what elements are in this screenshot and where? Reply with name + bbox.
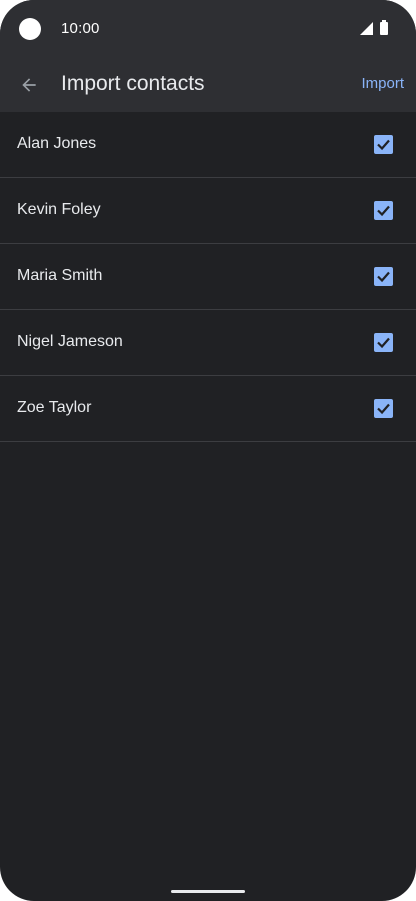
top-bar: 10:00 Import contacts Import xyxy=(0,0,416,112)
check-icon xyxy=(377,139,390,151)
status-bar: 10:00 xyxy=(0,0,416,58)
check-icon xyxy=(377,271,390,283)
check-icon xyxy=(377,337,390,349)
list-item[interactable]: Alan Jones xyxy=(0,112,416,178)
contact-name: Nigel Jameson xyxy=(17,333,123,350)
contact-checkbox[interactable] xyxy=(374,399,393,418)
app-bar: Import contacts Import xyxy=(0,58,416,112)
back-button[interactable] xyxy=(12,68,46,102)
contact-name: Maria Smith xyxy=(17,267,103,284)
contact-name: Kevin Foley xyxy=(17,201,101,218)
battery-icon xyxy=(380,20,388,35)
cellular-signal-icon xyxy=(360,22,373,35)
arrow-back-icon xyxy=(22,78,36,92)
list-item[interactable]: Nigel Jameson xyxy=(0,310,416,376)
list-item[interactable]: Zoe Taylor xyxy=(0,376,416,442)
status-time: 10:00 xyxy=(61,20,100,37)
import-button[interactable]: Import xyxy=(361,75,404,92)
check-icon xyxy=(377,205,390,217)
camera-dot-icon xyxy=(19,18,41,40)
contact-checkbox[interactable] xyxy=(374,267,393,286)
contact-name: Zoe Taylor xyxy=(17,399,92,416)
phone-screen: 10:00 Import contacts Import Alan Jones xyxy=(0,0,416,901)
contact-checkbox[interactable] xyxy=(374,333,393,352)
check-icon xyxy=(377,403,390,415)
list-item[interactable]: Kevin Foley xyxy=(0,178,416,244)
contact-checkbox[interactable] xyxy=(374,201,393,220)
list-item[interactable]: Maria Smith xyxy=(0,244,416,310)
contact-list: Alan Jones Kevin Foley Maria Smith Nigel… xyxy=(0,112,416,442)
contact-checkbox[interactable] xyxy=(374,135,393,154)
page-title: Import contacts xyxy=(61,72,205,95)
gesture-navigation-bar[interactable] xyxy=(171,890,245,893)
contact-name: Alan Jones xyxy=(17,135,97,152)
